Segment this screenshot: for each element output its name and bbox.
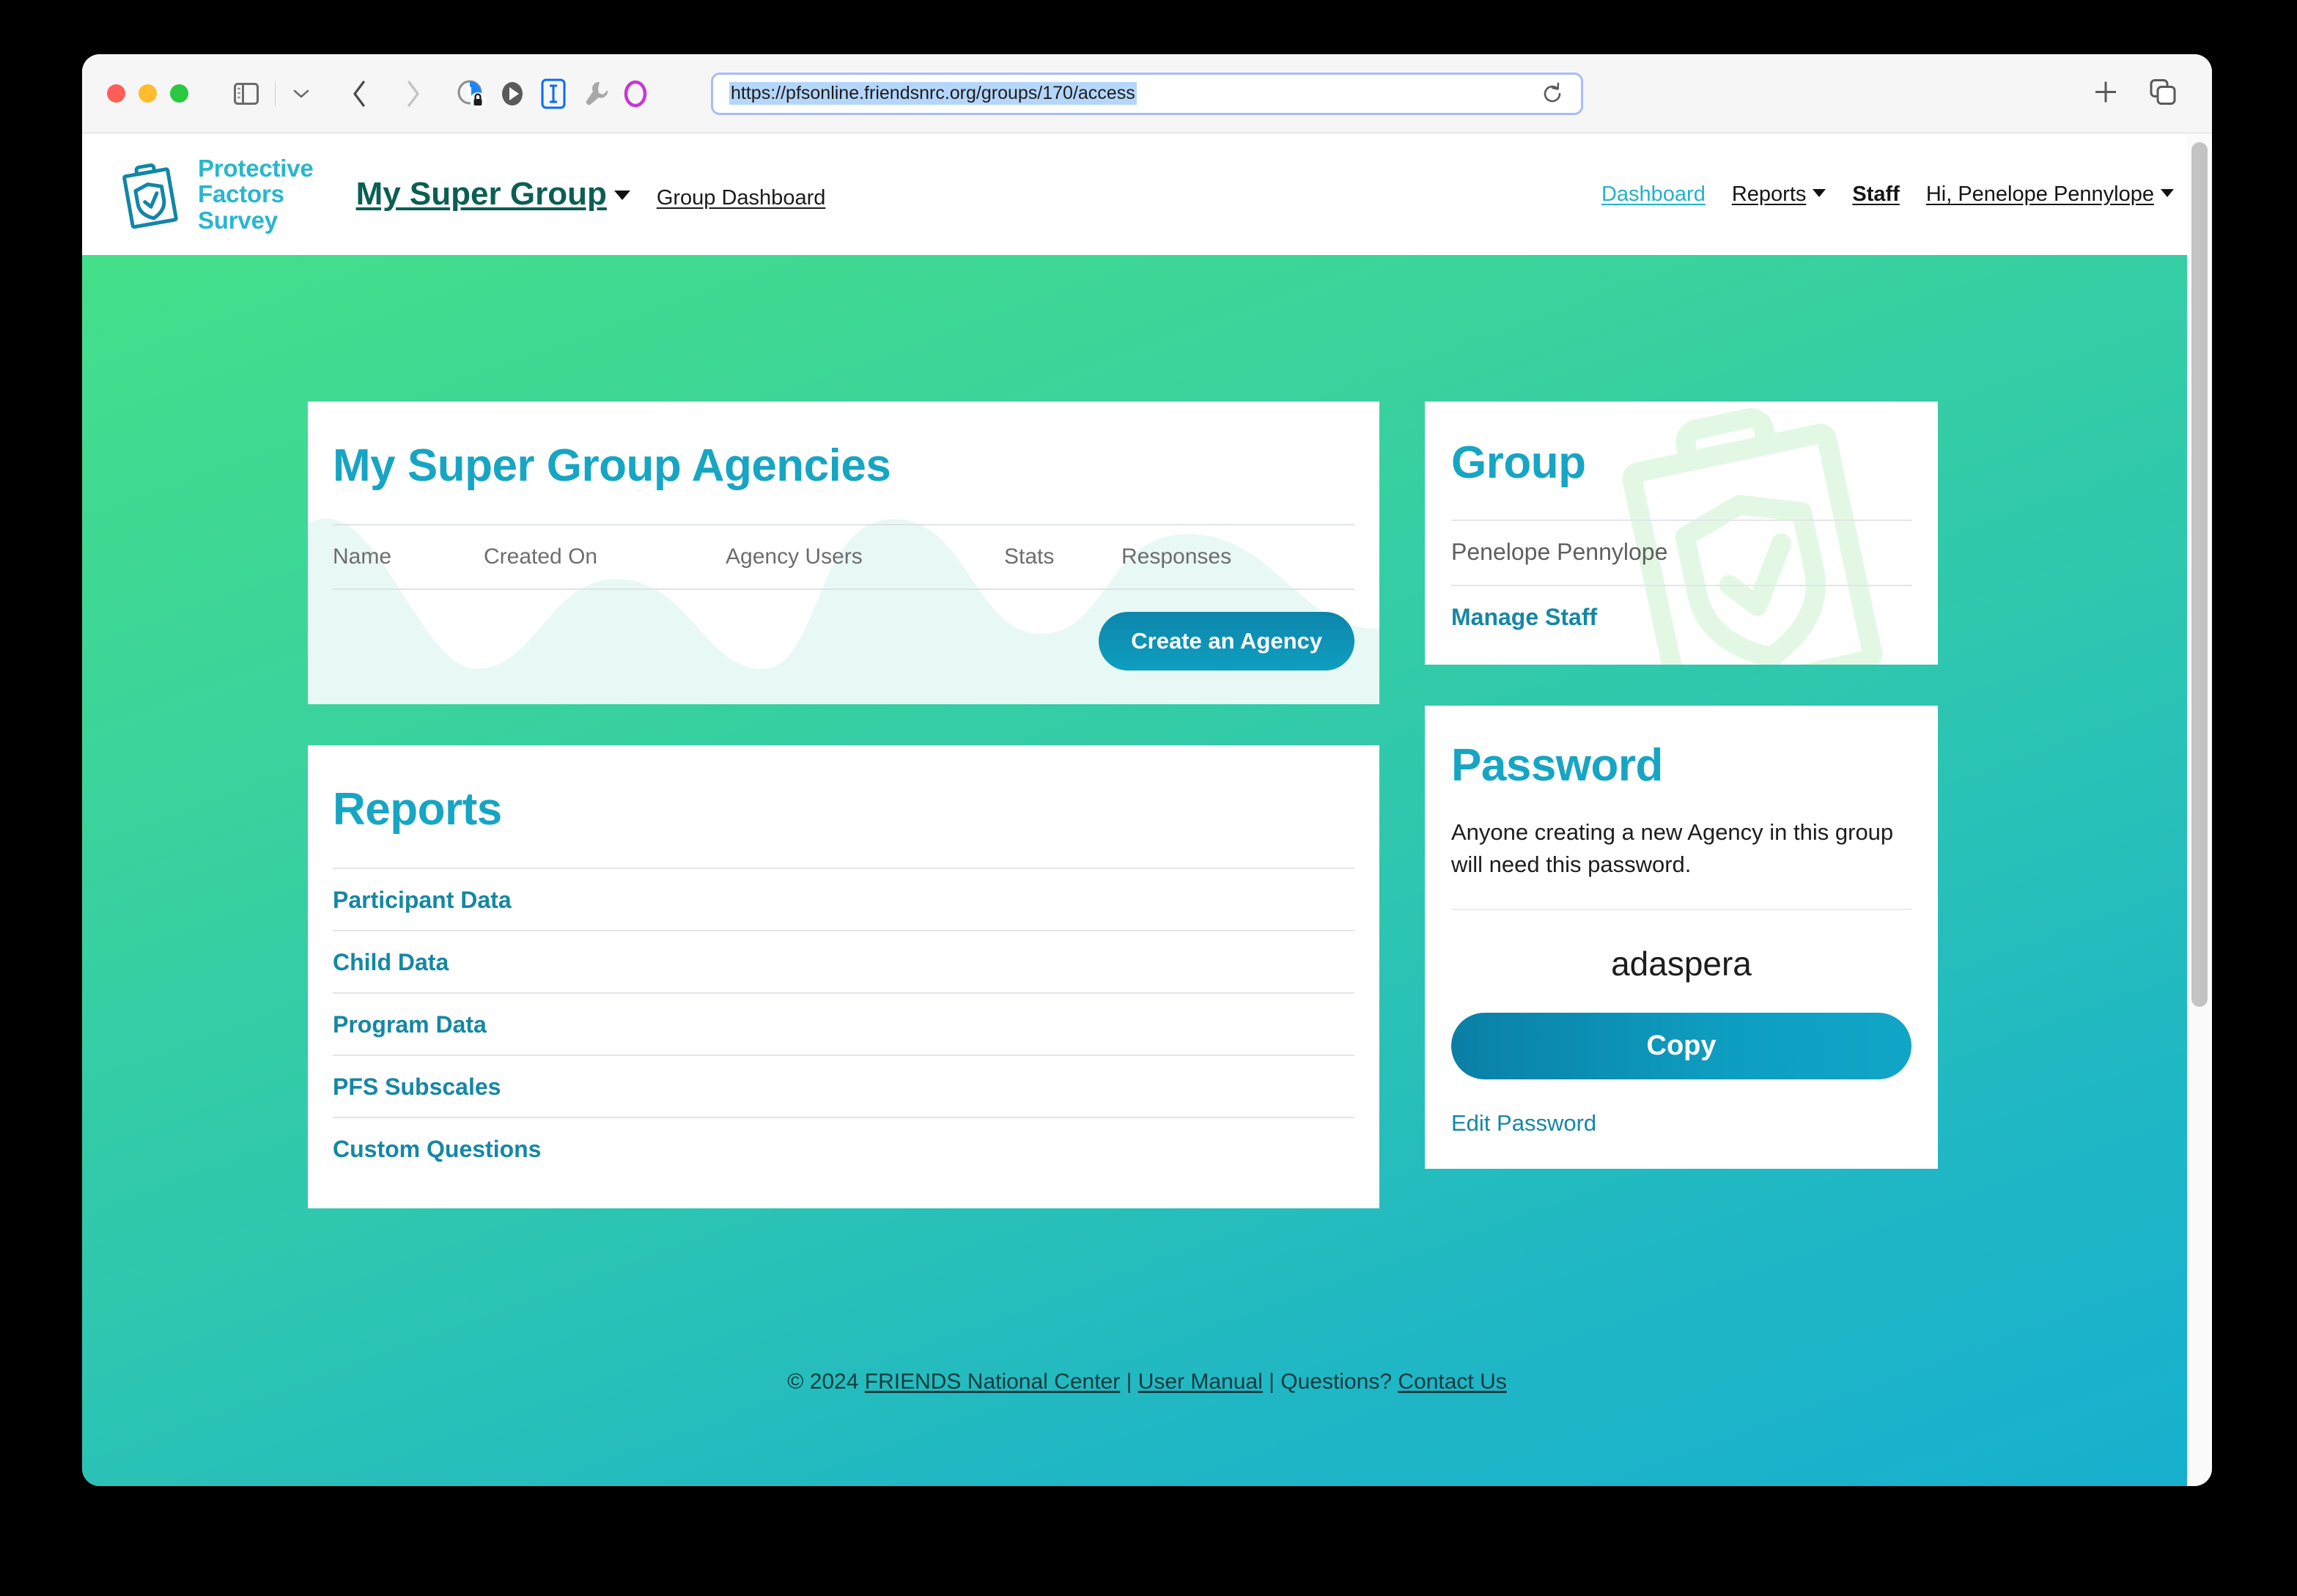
sidebar-toggle-icon[interactable] bbox=[229, 77, 263, 111]
column-header-agency-users: Agency Users bbox=[726, 544, 863, 569]
column-header-stats: Stats bbox=[1004, 544, 1055, 569]
play-icon[interactable] bbox=[495, 77, 529, 111]
right-column: Group Penelope Pennylope Manage Staff Pa… bbox=[1425, 402, 1938, 1170]
chevron-down-icon[interactable] bbox=[284, 77, 318, 111]
nav-item-reports[interactable]: Reports bbox=[1732, 182, 1826, 207]
new-tab-plus-icon[interactable] bbox=[2093, 79, 2118, 108]
password-card-inner: Password Anyone creating a new Agency in… bbox=[1451, 739, 1911, 1137]
agencies-card-inner: My Super Group Agencies Name Created On … bbox=[333, 440, 1354, 670]
left-column: My Super Group Agencies Name Created On … bbox=[308, 402, 1379, 1208]
group-card-title: Group bbox=[1451, 437, 1586, 488]
password-card: Password Anyone creating a new Agency in… bbox=[1425, 706, 1938, 1170]
password-description: Anyone creating a new Agency in this gro… bbox=[1451, 816, 1911, 911]
vertical-scrollbar-track[interactable] bbox=[2187, 133, 2212, 1486]
reports-card: Reports Participant Data Child Data Prog… bbox=[308, 745, 1379, 1208]
toolbar-divider bbox=[275, 81, 276, 106]
footer-copyright: © 2024 bbox=[787, 1370, 865, 1394]
reports-card-inner: Reports Participant Data Child Data Prog… bbox=[333, 783, 1354, 1179]
group-card-inner: Group Penelope Pennylope Manage Staff bbox=[1451, 437, 1911, 631]
brand-line-2: Factors bbox=[198, 180, 284, 208]
reports-card-title: Reports bbox=[333, 784, 502, 835]
reader-mode-icon[interactable] bbox=[537, 77, 570, 111]
dashboard-grid: My Super Group Agencies Name Created On … bbox=[308, 255, 1986, 1208]
page-viewport: Protective Factors Survey My Super Group… bbox=[82, 133, 2212, 1486]
nav-label-user: Hi, Penelope Pennylope bbox=[1925, 182, 2154, 206]
footer-link-user-manual[interactable]: User Manual bbox=[1138, 1370, 1263, 1394]
group-dashboard-link[interactable]: Group Dashboard bbox=[657, 186, 826, 210]
main-nav: Dashboard Reports Staff Hi, Penelope Pen… bbox=[1601, 182, 2174, 207]
ring-icon[interactable] bbox=[619, 77, 652, 111]
nav-label-staff: Staff bbox=[1852, 182, 1900, 206]
current-group-name[interactable]: My Super Group bbox=[356, 176, 607, 213]
footer-separator-2: | Questions? bbox=[1262, 1370, 1398, 1394]
close-window-button[interactable] bbox=[107, 84, 125, 103]
report-link-pfs-subscales[interactable]: PFS Subscales bbox=[333, 1074, 501, 1100]
clipboard-shield-check-icon bbox=[113, 156, 189, 232]
copy-password-button[interactable]: Copy bbox=[1451, 1013, 1911, 1080]
column-header-name: Name bbox=[333, 544, 392, 569]
nav-item-user-menu[interactable]: Hi, Penelope Pennylope bbox=[1926, 182, 2174, 207]
nav-label-reports: Reports bbox=[1731, 182, 1807, 206]
list-item[interactable]: Custom Questions bbox=[333, 1117, 1354, 1179]
column-header-created-on: Created On bbox=[484, 544, 598, 569]
footer-separator-1: | bbox=[1120, 1370, 1138, 1394]
window-controls bbox=[107, 84, 188, 103]
maximize-window-button[interactable] bbox=[170, 84, 188, 103]
footer-link-contact-us[interactable]: Contact Us bbox=[1398, 1370, 1506, 1394]
group-owner-name: Penelope Pennylope bbox=[1451, 520, 1911, 586]
forward-arrow-icon[interactable] bbox=[396, 77, 429, 111]
wrench-icon[interactable] bbox=[578, 77, 611, 111]
report-link-program-data[interactable]: Program Data bbox=[333, 1011, 487, 1038]
address-bar[interactable]: https://pfsonline.friendsnrc.org/groups/… bbox=[711, 72, 1583, 115]
privacy-lock-icon[interactable] bbox=[454, 77, 488, 111]
browser-window: https://pfsonline.friendsnrc.org/groups/… bbox=[82, 54, 2212, 1486]
nav-item-staff[interactable]: Staff bbox=[1852, 182, 1899, 207]
list-item[interactable]: Participant Data bbox=[333, 868, 1354, 930]
page-body: My Super Group Agencies Name Created On … bbox=[82, 255, 2212, 1486]
report-link-child-data[interactable]: Child Data bbox=[333, 949, 449, 975]
footer-link-friends-national-center[interactable]: FRIENDS National Center bbox=[865, 1370, 1120, 1394]
brand-line-1: Protective bbox=[198, 154, 314, 182]
site-header: Protective Factors Survey My Super Group… bbox=[82, 133, 2212, 255]
tab-overview-icon[interactable] bbox=[2149, 78, 2177, 109]
site-footer: © 2024 FRIENDS National Center | User Ma… bbox=[82, 1208, 2212, 1441]
chevron-down-icon[interactable] bbox=[613, 191, 630, 200]
reload-icon[interactable] bbox=[1541, 82, 1563, 106]
list-item[interactable]: Program Data bbox=[333, 992, 1354, 1054]
chevron-down-icon bbox=[2161, 188, 2174, 197]
agencies-card: My Super Group Agencies Name Created On … bbox=[308, 402, 1379, 704]
create-agency-button[interactable]: Create an Agency bbox=[1099, 612, 1354, 670]
password-value: adaspera bbox=[1611, 945, 1752, 983]
list-item[interactable]: Child Data bbox=[333, 930, 1354, 992]
brand-line-3: Survey bbox=[198, 206, 278, 234]
brand-logo-block[interactable]: Protective Factors Survey bbox=[113, 155, 314, 234]
password-card-title: Password bbox=[1451, 740, 1663, 791]
manage-staff-link[interactable]: Manage Staff bbox=[1451, 604, 1597, 631]
browser-toolbar: https://pfsonline.friendsnrc.org/groups/… bbox=[82, 54, 2212, 133]
group-card: Group Penelope Pennylope Manage Staff bbox=[1425, 402, 1938, 665]
chevron-down-icon bbox=[1813, 188, 1826, 197]
column-header-responses: Responses bbox=[1121, 544, 1232, 569]
group-switcher[interactable]: My Super Group Group Dashboard bbox=[356, 176, 826, 213]
minimize-window-button[interactable] bbox=[139, 84, 157, 103]
brand-name: Protective Factors Survey bbox=[198, 155, 314, 234]
edit-password-link[interactable]: Edit Password bbox=[1451, 1110, 1596, 1137]
nav-item-dashboard[interactable]: Dashboard bbox=[1601, 182, 1706, 207]
report-link-custom-questions[interactable]: Custom Questions bbox=[333, 1136, 541, 1162]
agencies-card-title: My Super Group Agencies bbox=[333, 440, 891, 491]
agencies-table-footer: Create an Agency bbox=[333, 590, 1354, 670]
list-item[interactable]: PFS Subscales bbox=[333, 1054, 1354, 1117]
back-arrow-icon[interactable] bbox=[343, 77, 377, 111]
toolbar-right-actions bbox=[2093, 78, 2177, 109]
agencies-table-header: Name Created On Agency Users Stats Respo… bbox=[333, 525, 1354, 588]
nav-label-dashboard: Dashboard bbox=[1601, 182, 1706, 206]
report-link-participant-data[interactable]: Participant Data bbox=[333, 887, 512, 913]
address-bar-url[interactable]: https://pfsonline.friendsnrc.org/groups/… bbox=[729, 82, 1137, 105]
vertical-scrollbar-thumb[interactable] bbox=[2191, 142, 2208, 1007]
